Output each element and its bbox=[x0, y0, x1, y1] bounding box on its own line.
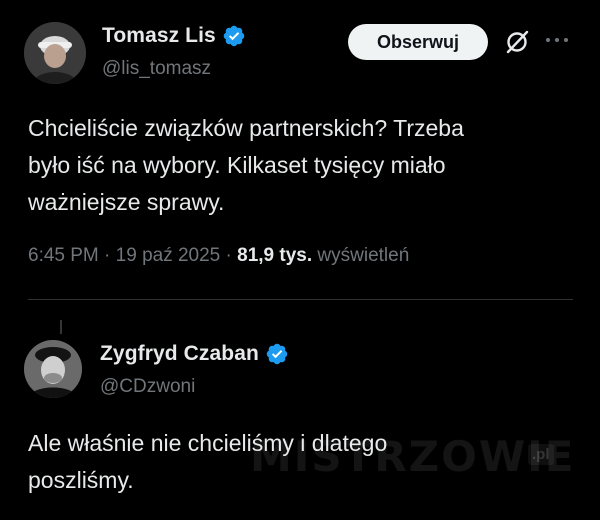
reply-author-avatar[interactable] bbox=[24, 340, 82, 398]
reply-text-line: Ale właśnie nie chcieliśmy i dlatego bbox=[28, 430, 388, 456]
tweet-date[interactable]: 19 paź 2025 bbox=[116, 245, 221, 266]
reply-text: Ale właśnie nie chcieliśmy i dlatego pos… bbox=[28, 425, 573, 499]
tweet-time[interactable]: 6:45 PM bbox=[28, 245, 99, 266]
author-avatar[interactable] bbox=[24, 22, 86, 84]
main-tweet: Tomasz Lis @lis_tomasz Obserwuj Chcieliś… bbox=[0, 0, 600, 300]
meta-separator: · bbox=[104, 245, 111, 266]
tweet-text-line: Chcieliście związków partnerskich? Trzeb… bbox=[28, 115, 464, 141]
tweet-text: Chcieliście związków partnerskich? Trzeb… bbox=[28, 110, 573, 221]
grok-icon[interactable] bbox=[503, 28, 531, 56]
verified-badge-icon bbox=[266, 343, 288, 365]
tweet-text-line: ważniejsze sprawy. bbox=[28, 189, 225, 215]
more-options-icon[interactable] bbox=[543, 30, 571, 50]
verified-badge-icon bbox=[223, 25, 245, 47]
reply-author-display-name[interactable]: Zygfryd Czaban bbox=[100, 342, 259, 366]
reply-text-line: poszliśmy. bbox=[28, 467, 134, 493]
tweet-meta: 6:45 PM · 19 paź 2025 · 81,9 tys. wyświe… bbox=[28, 245, 409, 267]
author-display-name[interactable]: Tomasz Lis bbox=[102, 24, 216, 48]
reply-author-name-row: Zygfryd Czaban bbox=[100, 342, 289, 366]
tweet-text-line: było iść na wybory. Kilkaset tysięcy mia… bbox=[28, 152, 446, 178]
meta-separator: · bbox=[225, 245, 232, 266]
views-label: wyświetleń bbox=[317, 245, 410, 266]
reply-tweet: Zygfryd Czaban @CDzwoni Ale właśnie nie … bbox=[0, 300, 600, 520]
views-count[interactable]: 81,9 tys. bbox=[237, 245, 312, 266]
author-handle[interactable]: @lis_tomasz bbox=[102, 58, 211, 80]
reply-author-handle[interactable]: @CDzwoni bbox=[100, 376, 195, 398]
author-name-row: Tomasz Lis bbox=[102, 24, 246, 48]
follow-button[interactable]: Obserwuj bbox=[348, 24, 488, 60]
